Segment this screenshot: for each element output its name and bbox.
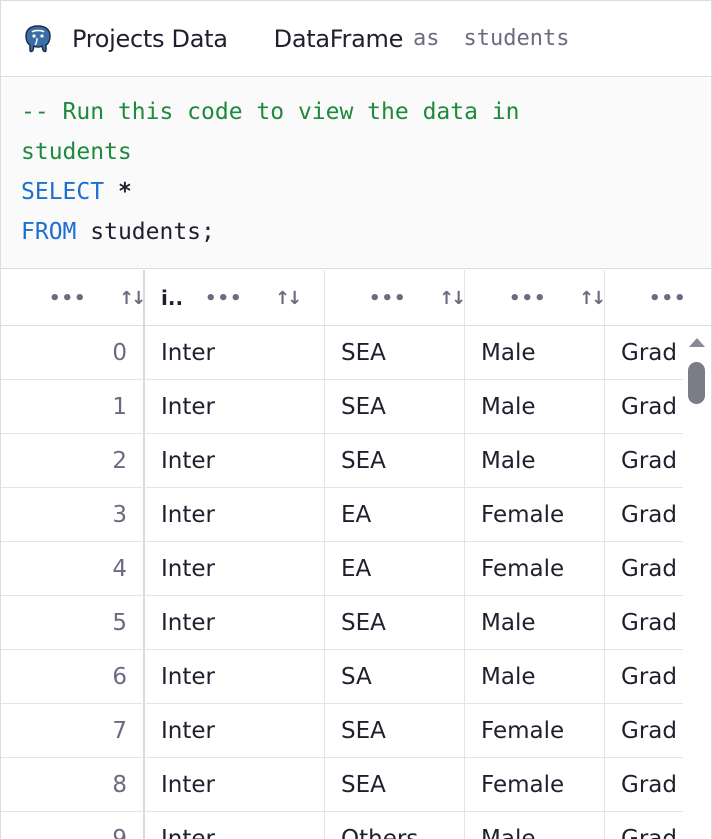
- sort-icon[interactable]: ↑↓: [579, 288, 606, 309]
- table-cell[interactable]: Male: [465, 650, 605, 703]
- dataframe-label: DataFrame: [273, 24, 404, 53]
- table-row[interactable]: 3 Inter EA Female Grad: [1, 488, 711, 542]
- row-index: 6: [1, 650, 145, 703]
- table-cell[interactable]: Inter: [145, 704, 325, 757]
- column-menu-icon[interactable]: •••: [649, 288, 687, 309]
- table-row[interactable]: 1 Inter SEA Male Grad: [1, 380, 711, 434]
- column-header-1: i.. ••• ↑↓: [145, 270, 325, 326]
- column-menu-icon[interactable]: •••: [369, 288, 407, 309]
- code-comment-line-2: students: [21, 139, 132, 165]
- column-menu-icon[interactable]: •••: [205, 288, 243, 309]
- table-cell[interactable]: Inter: [145, 326, 325, 379]
- table-row[interactable]: 6 Inter SA Male Grad: [1, 650, 711, 704]
- table-row[interactable]: 8 Inter SEA Female Grad: [1, 758, 711, 812]
- column-menu-icon[interactable]: •••: [509, 288, 547, 309]
- code-comment-line-1: -- Run this code to view the data in: [21, 99, 520, 125]
- dataframe-variable-name[interactable]: students: [464, 26, 570, 51]
- row-index: 7: [1, 704, 145, 757]
- sort-icon[interactable]: ↑↓: [439, 288, 466, 309]
- sql-code-editor[interactable]: -- Run this code to view the data in stu…: [1, 78, 711, 269]
- column-header-3: ••• ↑↓: [465, 270, 606, 326]
- code-select-line: SELECT *: [21, 172, 711, 212]
- code-from-line: FROM students;: [21, 212, 711, 252]
- table-cell[interactable]: Female: [465, 488, 605, 541]
- table-cell[interactable]: Male: [465, 596, 605, 649]
- table-cell[interactable]: Male: [465, 326, 605, 379]
- table-row[interactable]: 2 Inter SEA Male Grad: [1, 434, 711, 488]
- postgres-elephant-icon[interactable]: [21, 22, 55, 56]
- table-cell[interactable]: Male: [465, 380, 605, 433]
- select-keyword: SELECT: [21, 179, 105, 205]
- table-cell[interactable]: Inter: [145, 434, 325, 487]
- row-index: 2: [1, 434, 145, 487]
- table-cell[interactable]: Male: [465, 812, 605, 839]
- index-column-header: ••• ↑↓: [1, 270, 146, 326]
- table-header-row: ••• ↑↓ i.. ••• ↑↓ ••• ↑↓ ••• ↑↓ •••: [1, 270, 711, 326]
- as-label: as: [413, 26, 440, 51]
- results-table: ••• ↑↓ i.. ••• ↑↓ ••• ↑↓ ••• ↑↓ ••• 0 In…: [1, 270, 711, 839]
- table-row[interactable]: 4 Inter EA Female Grad: [1, 542, 711, 596]
- table-cell[interactable]: SA: [325, 650, 465, 703]
- table-cell[interactable]: SEA: [325, 758, 465, 811]
- table-cell[interactable]: Others: [325, 812, 465, 839]
- table-cell[interactable]: SEA: [325, 704, 465, 757]
- row-index: 3: [1, 488, 145, 541]
- from-keyword: FROM: [21, 219, 77, 245]
- scrollbar-thumb[interactable]: [688, 362, 705, 404]
- table-cell[interactable]: EA: [325, 542, 465, 595]
- table-cell[interactable]: Female: [465, 758, 605, 811]
- table-cell[interactable]: Inter: [145, 812, 325, 839]
- sql-cell: Projects Data DataFrame as students -- R…: [0, 0, 712, 839]
- table-cell[interactable]: Inter: [145, 596, 325, 649]
- table-cell[interactable]: Inter: [145, 542, 325, 595]
- row-index: 9: [1, 812, 145, 839]
- table-cell[interactable]: Inter: [145, 758, 325, 811]
- table-cell[interactable]: SEA: [325, 326, 465, 379]
- table-cell[interactable]: Inter: [145, 380, 325, 433]
- row-index: 0: [1, 326, 145, 379]
- row-index: 8: [1, 758, 145, 811]
- row-index: 1: [1, 380, 145, 433]
- table-row[interactable]: 0 Inter SEA Male Grad: [1, 326, 711, 380]
- table-cell[interactable]: SEA: [325, 434, 465, 487]
- table-row[interactable]: 7 Inter SEA Female Grad: [1, 704, 711, 758]
- table-cell[interactable]: Inter: [145, 488, 325, 541]
- column-header-4: •••: [605, 270, 711, 326]
- data-source-name[interactable]: Projects Data: [72, 25, 228, 53]
- table-cell[interactable]: Inter: [145, 650, 325, 703]
- table-cell[interactable]: SEA: [325, 596, 465, 649]
- cell-header: Projects Data DataFrame as students: [1, 1, 711, 77]
- table-cell[interactable]: SEA: [325, 380, 465, 433]
- row-index: 4: [1, 542, 145, 595]
- scroll-up-arrow-icon[interactable]: [689, 338, 705, 347]
- table-row[interactable]: 5 Inter SEA Male Grad: [1, 596, 711, 650]
- table-cell[interactable]: Male: [465, 434, 605, 487]
- table-cell[interactable]: Female: [465, 542, 605, 595]
- column-header-2: ••• ↑↓: [325, 270, 466, 326]
- column-name: i..: [161, 286, 184, 310]
- from-table: students;: [90, 219, 215, 245]
- table-row[interactable]: 9 Inter Others Male Grad: [1, 812, 711, 839]
- table-cell[interactable]: Female: [465, 704, 605, 757]
- select-star: *: [117, 179, 132, 205]
- sort-icon[interactable]: ↑↓: [119, 288, 146, 309]
- sort-icon[interactable]: ↑↓: [275, 288, 302, 309]
- row-index: 5: [1, 596, 145, 649]
- table-cell[interactable]: EA: [325, 488, 465, 541]
- column-menu-icon[interactable]: •••: [49, 288, 87, 309]
